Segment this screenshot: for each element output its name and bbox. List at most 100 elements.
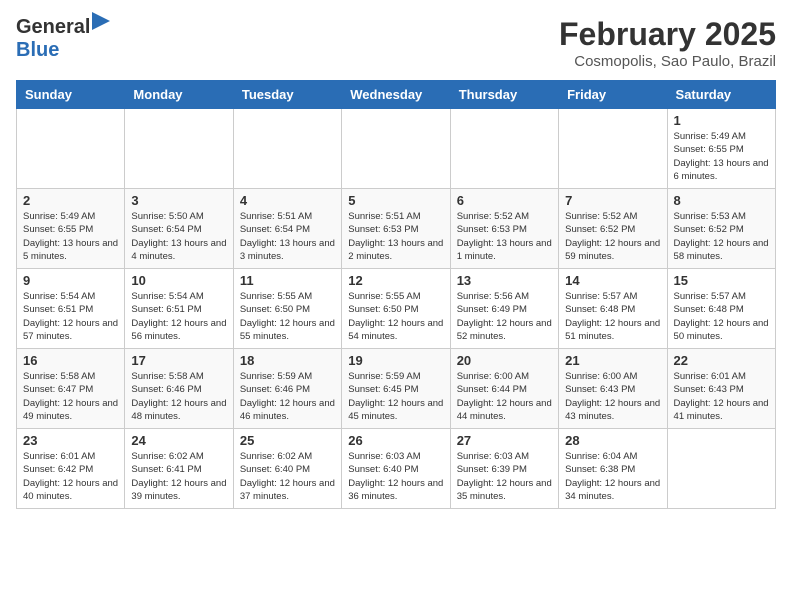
- calendar-cell: 16 Sunrise: 5:58 AMSunset: 6:47 PMDayligh…: [17, 349, 125, 429]
- day-number: 6: [457, 193, 552, 208]
- day-of-week-monday: Monday: [125, 81, 233, 109]
- day-number: 9: [23, 273, 118, 288]
- day-info: Sunrise: 5:56 AMSunset: 6:49 PMDaylight:…: [457, 290, 552, 343]
- month-title: February 2025: [559, 16, 776, 53]
- calendar-cell: 8Sunrise: 5:53 AMSunset: 6:52 PMDaylight…: [667, 189, 775, 269]
- day-info: Sunrise: 5:58 AMSunset: 6:47 PMDaylight:…: [23, 370, 118, 423]
- logo-icon: [92, 12, 110, 30]
- day-info: Sunrise: 5:52 AMSunset: 6:53 PMDaylight:…: [457, 210, 552, 263]
- logo-blue: Blue: [16, 39, 59, 61]
- day-number: 28: [565, 433, 660, 448]
- logo-general: General: [16, 16, 90, 38]
- day-info: Sunrise: 6:02 AMSunset: 6:40 PMDaylight:…: [240, 450, 335, 503]
- calendar-cell: 24 Sunrise: 6:02 AMSunset: 6:41 PMDayligh…: [125, 429, 233, 509]
- day-number: 16: [23, 353, 118, 368]
- day-info: Sunrise: 6:04 AMSunset: 6:38 PMDaylight:…: [565, 450, 660, 503]
- calendar-cell: [125, 109, 233, 189]
- calendar-cell: 9 Sunrise: 5:54 AMSunset: 6:51 PMDaylight…: [17, 269, 125, 349]
- day-info: Sunrise: 5:53 AMSunset: 6:52 PMDaylight:…: [674, 210, 769, 263]
- day-of-week-sunday: Sunday: [17, 81, 125, 109]
- calendar-cell: 21Sunrise: 6:00 AMSunset: 6:43 PMDayligh…: [559, 349, 667, 429]
- day-number: 19: [348, 353, 443, 368]
- day-info: Sunrise: 6:01 AMSunset: 6:43 PMDaylight:…: [674, 370, 769, 423]
- calendar-header-row: SundayMondayTuesdayWednesdayThursdayFrid…: [17, 81, 776, 109]
- calendar-cell: 12 Sunrise: 5:55 AMSunset: 6:50 PMDayligh…: [342, 269, 450, 349]
- day-number: 1: [674, 113, 769, 128]
- day-info: Sunrise: 5:59 AMSunset: 6:46 PMDaylight:…: [240, 370, 335, 423]
- calendar-week-1: 1 Sunrise: 5:49 AMSunset: 6:55 PMDaylight…: [17, 109, 776, 189]
- day-info: Sunrise: 5:58 AMSunset: 6:46 PMDaylight:…: [131, 370, 226, 423]
- calendar-table: SundayMondayTuesdayWednesdayThursdayFrid…: [16, 80, 776, 509]
- day-number: 21: [565, 353, 660, 368]
- logo: General Blue: [16, 16, 90, 62]
- calendar-cell: 26 Sunrise: 6:03 AMSunset: 6:40 PMDayligh…: [342, 429, 450, 509]
- calendar-cell: [450, 109, 558, 189]
- calendar-cell: [233, 109, 341, 189]
- day-info: Sunrise: 5:55 AMSunset: 6:50 PMDaylight:…: [348, 290, 443, 343]
- title-block: February 2025 Cosmopolis, Sao Paulo, Bra…: [559, 16, 776, 70]
- calendar-cell: [342, 109, 450, 189]
- day-of-week-wednesday: Wednesday: [342, 81, 450, 109]
- day-of-week-tuesday: Tuesday: [233, 81, 341, 109]
- day-number: 26: [348, 433, 443, 448]
- calendar-cell: 14 Sunrise: 5:57 AMSunset: 6:48 PMDayligh…: [559, 269, 667, 349]
- calendar-cell: 11 Sunrise: 5:55 AMSunset: 6:50 PMDayligh…: [233, 269, 341, 349]
- day-info: Sunrise: 5:51 AMSunset: 6:54 PMDaylight:…: [240, 210, 335, 263]
- day-number: 4: [240, 193, 335, 208]
- location-subtitle: Cosmopolis, Sao Paulo, Brazil: [559, 53, 776, 70]
- day-info: Sunrise: 6:03 AMSunset: 6:40 PMDaylight:…: [348, 450, 443, 503]
- day-number: 12: [348, 273, 443, 288]
- day-number: 24: [131, 433, 226, 448]
- calendar-cell: 2 Sunrise: 5:49 AMSunset: 6:55 PMDaylight…: [17, 189, 125, 269]
- calendar-cell: [667, 429, 775, 509]
- calendar-cell: 20 Sunrise: 6:00 AMSunset: 6:44 PMDayligh…: [450, 349, 558, 429]
- day-info: Sunrise: 5:54 AMSunset: 6:51 PMDaylight:…: [23, 290, 118, 343]
- day-info: Sunrise: 5:54 AMSunset: 6:51 PMDaylight:…: [131, 290, 226, 343]
- day-number: 22: [674, 353, 769, 368]
- day-info: Sunrise: 6:01 AMSunset: 6:42 PMDaylight:…: [23, 450, 118, 503]
- day-info: Sunrise: 5:49 AMSunset: 6:55 PMDaylight:…: [23, 210, 118, 263]
- calendar-cell: 28 Sunrise: 6:04 AMSunset: 6:38 PMDayligh…: [559, 429, 667, 509]
- calendar-cell: 13Sunrise: 5:56 AMSunset: 6:49 PMDayligh…: [450, 269, 558, 349]
- calendar-cell: 22 Sunrise: 6:01 AMSunset: 6:43 PMDayligh…: [667, 349, 775, 429]
- day-info: Sunrise: 5:59 AMSunset: 6:45 PMDaylight:…: [348, 370, 443, 423]
- day-info: Sunrise: 5:55 AMSunset: 6:50 PMDaylight:…: [240, 290, 335, 343]
- day-number: 11: [240, 273, 335, 288]
- calendar-cell: 5Sunrise: 5:51 AMSunset: 6:53 PMDaylight…: [342, 189, 450, 269]
- day-info: Sunrise: 5:57 AMSunset: 6:48 PMDaylight:…: [674, 290, 769, 343]
- day-info: Sunrise: 5:52 AMSunset: 6:52 PMDaylight:…: [565, 210, 660, 263]
- day-info: Sunrise: 5:49 AMSunset: 6:55 PMDaylight:…: [674, 130, 769, 183]
- calendar-cell: 3 Sunrise: 5:50 AMSunset: 6:54 PMDaylight…: [125, 189, 233, 269]
- day-number: 7: [565, 193, 660, 208]
- day-number: 2: [23, 193, 118, 208]
- day-number: 3: [131, 193, 226, 208]
- calendar-cell: 25 Sunrise: 6:02 AMSunset: 6:40 PMDayligh…: [233, 429, 341, 509]
- day-number: 17: [131, 353, 226, 368]
- day-info: Sunrise: 6:02 AMSunset: 6:41 PMDaylight:…: [131, 450, 226, 503]
- day-number: 14: [565, 273, 660, 288]
- calendar-cell: 7 Sunrise: 5:52 AMSunset: 6:52 PMDaylight…: [559, 189, 667, 269]
- day-number: 25: [240, 433, 335, 448]
- day-info: Sunrise: 5:50 AMSunset: 6:54 PMDaylight:…: [131, 210, 226, 263]
- calendar-cell: 1 Sunrise: 5:49 AMSunset: 6:55 PMDaylight…: [667, 109, 775, 189]
- calendar-cell: [559, 109, 667, 189]
- calendar-cell: 6 Sunrise: 5:52 AMSunset: 6:53 PMDaylight…: [450, 189, 558, 269]
- day-number: 20: [457, 353, 552, 368]
- calendar-cell: 18Sunrise: 5:59 AMSunset: 6:46 PMDayligh…: [233, 349, 341, 429]
- day-number: 15: [674, 273, 769, 288]
- day-info: Sunrise: 5:57 AMSunset: 6:48 PMDaylight:…: [565, 290, 660, 343]
- day-of-week-saturday: Saturday: [667, 81, 775, 109]
- day-number: 27: [457, 433, 552, 448]
- day-info: Sunrise: 6:00 AMSunset: 6:44 PMDaylight:…: [457, 370, 552, 423]
- page-header: General Blue February 2025 Cosmopolis, S…: [16, 16, 776, 70]
- calendar-week-4: 16 Sunrise: 5:58 AMSunset: 6:47 PMDayligh…: [17, 349, 776, 429]
- calendar-cell: 4 Sunrise: 5:51 AMSunset: 6:54 PMDaylight…: [233, 189, 341, 269]
- day-number: 10: [131, 273, 226, 288]
- calendar-cell: 23Sunrise: 6:01 AMSunset: 6:42 PMDayligh…: [17, 429, 125, 509]
- day-of-week-thursday: Thursday: [450, 81, 558, 109]
- calendar-cell: 10 Sunrise: 5:54 AMSunset: 6:51 PMDayligh…: [125, 269, 233, 349]
- day-info: Sunrise: 6:03 AMSunset: 6:39 PMDaylight:…: [457, 450, 552, 503]
- day-of-week-friday: Friday: [559, 81, 667, 109]
- calendar-cell: 17 Sunrise: 5:58 AMSunset: 6:46 PMDayligh…: [125, 349, 233, 429]
- calendar-week-3: 9 Sunrise: 5:54 AMSunset: 6:51 PMDaylight…: [17, 269, 776, 349]
